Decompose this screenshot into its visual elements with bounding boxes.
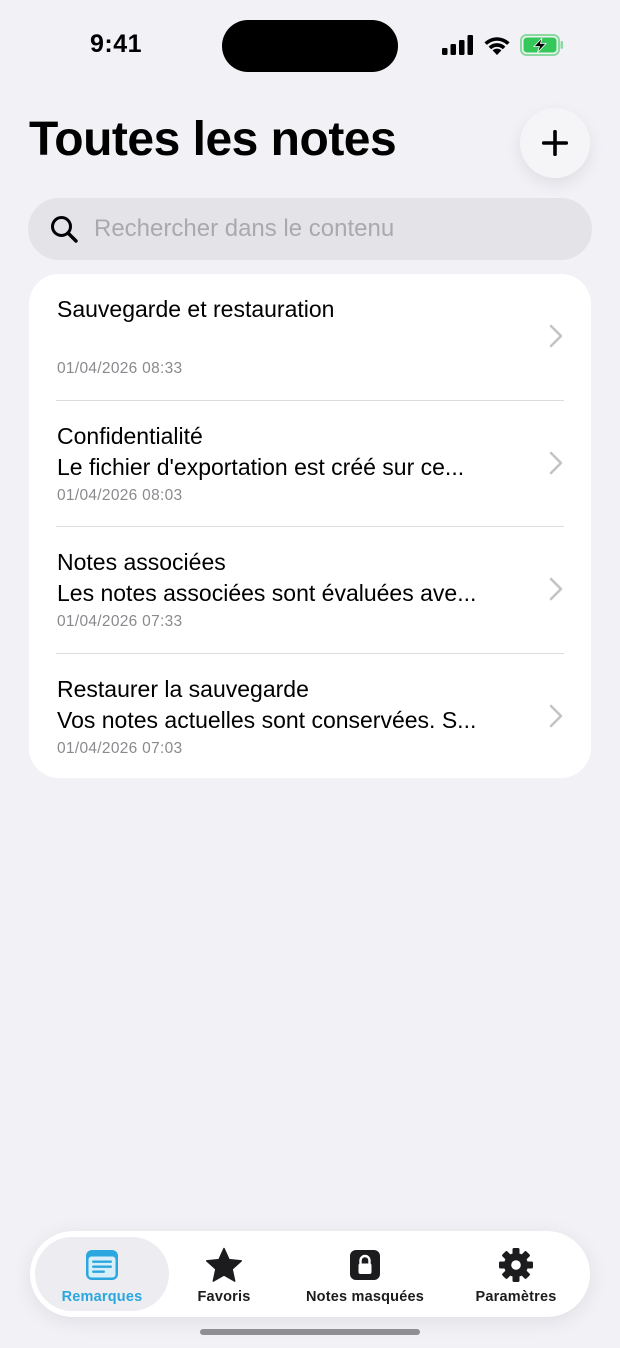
notes-list: Sauvegarde et restauration 01/04/2026 08… bbox=[29, 274, 591, 778]
chevron-right-icon bbox=[549, 451, 563, 474]
battery-charging-icon bbox=[520, 34, 563, 56]
plus-icon bbox=[542, 130, 568, 156]
note-title: Notes associées bbox=[57, 549, 226, 575]
tab-notes-masquees[interactable]: Notes masquées bbox=[293, 1237, 437, 1311]
note-preview: Les notes associées sont évaluées ave... bbox=[57, 580, 477, 606]
chevron-right-icon bbox=[549, 324, 563, 348]
note-preview: Le fichier d'exportation est créé sur ce… bbox=[57, 453, 465, 480]
chevron-right-icon bbox=[549, 577, 563, 601]
tab-bar: Remarques Favoris Notes masquées Paramèt… bbox=[30, 1231, 590, 1317]
note-title: Confidentialité bbox=[57, 422, 203, 449]
gear-icon bbox=[499, 1248, 533, 1282]
tab-label: Favoris bbox=[197, 1289, 251, 1305]
search-bar[interactable] bbox=[28, 198, 592, 260]
tab-label: Paramètres bbox=[475, 1289, 557, 1305]
search-input[interactable] bbox=[94, 215, 554, 243]
note-date: 01/04/2026 07:03 bbox=[57, 739, 183, 757]
note-row[interactable]: Sauvegarde et restauration 01/04/2026 08… bbox=[29, 274, 591, 401]
note-date: 01/04/2026 08:33 bbox=[57, 360, 183, 377]
status-time: 9:41 bbox=[90, 30, 143, 58]
lock-icon bbox=[350, 1250, 380, 1280]
wifi-icon bbox=[484, 36, 510, 55]
page-title: Toutes les notes bbox=[29, 113, 397, 166]
screen: 9:41 Toutes les notes Rechercher dans le… bbox=[0, 0, 620, 1348]
signal-icon bbox=[442, 35, 473, 55]
note-row[interactable]: Restaurer la sauvegarde Vos notes actuel… bbox=[29, 654, 591, 779]
notes-icon bbox=[86, 1250, 118, 1280]
status-icons bbox=[442, 34, 564, 56]
note-title: Restaurer la sauvegarde bbox=[57, 675, 309, 702]
search-icon bbox=[51, 216, 78, 243]
chevron-right-icon bbox=[549, 704, 563, 727]
note-date: 01/04/2026 08:03 bbox=[57, 486, 183, 504]
tab-label: Notes masquées bbox=[305, 1289, 425, 1305]
note-date: 01/04/2026 07:33 bbox=[57, 613, 183, 630]
add-note-button[interactable] bbox=[520, 108, 590, 178]
note-preview: Vos notes actuelles sont conservées. S..… bbox=[57, 706, 477, 733]
tab-favoris[interactable]: Favoris bbox=[174, 1237, 274, 1311]
status-bar: 9:41 bbox=[0, 0, 620, 90]
tab-label: Remarques bbox=[61, 1289, 143, 1305]
note-title: Sauvegarde et restauration bbox=[57, 296, 335, 322]
tab-parametres[interactable]: Paramètres bbox=[456, 1237, 576, 1311]
note-row[interactable]: Notes associées Les notes associées sont… bbox=[29, 527, 591, 654]
note-row[interactable]: Confidentialité Le fichier d'exportation… bbox=[29, 401, 591, 527]
dynamic-island bbox=[222, 20, 398, 72]
home-indicator bbox=[200, 1329, 420, 1335]
star-icon bbox=[206, 1247, 242, 1282]
tab-remarques[interactable]: Remarques bbox=[35, 1237, 169, 1311]
